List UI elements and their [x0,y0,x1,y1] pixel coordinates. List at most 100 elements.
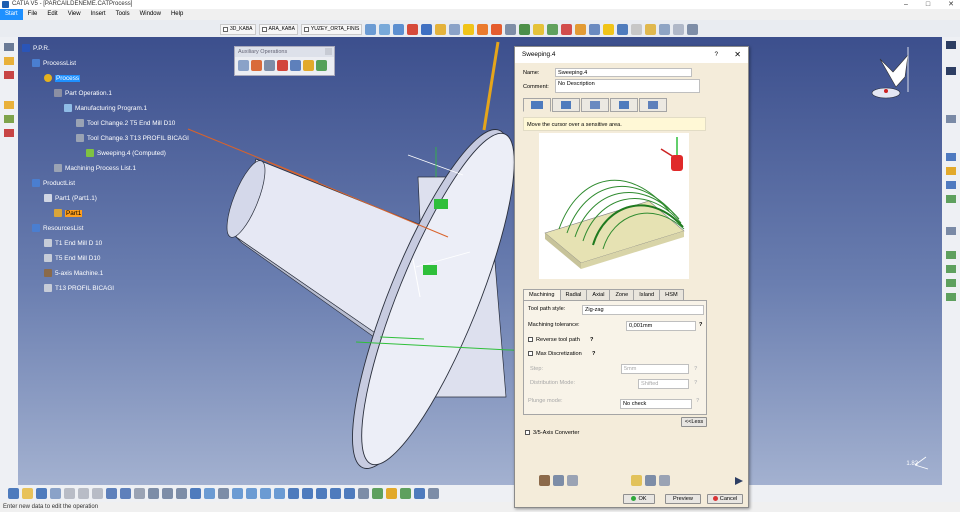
aux-op-icon[interactable] [264,60,275,71]
tree-node-tool-change-2[interactable]: Tool Change.2 T5 End Mill D10 [76,118,175,128]
subtab-island[interactable]: Island [633,289,661,300]
operation-icon[interactable] [575,23,587,35]
checkbox-icon[interactable] [525,430,530,436]
tree-node-resource-1[interactable]: T1 End Mill D 10 [44,238,102,248]
report-icon[interactable] [659,475,670,486]
operation-icon[interactable] [449,23,461,35]
view-icon[interactable] [365,23,377,35]
undo-icon[interactable] [106,488,117,499]
combo-3d-kaba[interactable]: 3D_KABA [220,23,256,35]
aux-op-icon[interactable] [277,60,288,71]
menu-insert[interactable]: Insert [86,9,111,20]
tab-macros[interactable] [639,98,667,112]
operation-icon[interactable] [631,23,643,35]
subtab-axial[interactable]: Axial [586,289,611,300]
comment-field[interactable]: No Description [555,79,700,93]
help-icon[interactable] [134,488,145,499]
view-icon[interactable] [379,23,391,35]
view-icon[interactable] [190,488,201,499]
menu-start[interactable]: Start [0,9,23,20]
menu-window[interactable]: Window [135,9,166,20]
view-icon[interactable] [330,488,341,499]
checkbox-icon[interactable] [528,351,533,357]
aux-op-icon[interactable] [316,60,327,71]
menu-help[interactable]: Help [166,9,188,20]
operation-icon[interactable] [428,488,439,499]
view-icon[interactable] [393,23,405,35]
operation-icon[interactable] [687,23,699,35]
tab-strategy[interactable] [523,98,551,112]
operation-icon[interactable] [505,23,517,35]
rotate-icon[interactable] [246,488,257,499]
operation-icon[interactable] [491,23,503,35]
tab-tool[interactable] [581,98,609,112]
zoom-out-icon[interactable] [274,488,285,499]
tree-node-part1-instance[interactable]: Part1 (Part1.1) [44,193,97,203]
aux-op-icon[interactable] [303,60,314,71]
tab-geometry[interactable] [552,98,580,112]
operation-icon[interactable] [673,23,685,35]
converter-row[interactable]: 3/5-Axis Converter [525,430,579,436]
sweeping-preview-image[interactable] [539,133,689,279]
tree-node-part-operation[interactable]: Part Operation.1 [54,88,112,98]
operation-icon[interactable] [386,488,397,499]
operation-icon[interactable] [589,23,601,35]
tree-node-resourceslist[interactable]: ResourcesList [32,223,84,233]
view-icon[interactable] [204,488,215,499]
maximize-button[interactable]: □ [926,0,930,9]
subtab-radial[interactable]: Radial [559,289,588,300]
combo-ara-kaba[interactable]: ARA_KABA [258,23,298,35]
print-icon[interactable] [50,488,61,499]
expand-icon[interactable] [733,475,745,487]
tree-node-machining-process-list[interactable]: Machining Process List.1 [54,163,136,173]
right-toolbar-icons[interactable] [942,37,960,337]
view-icon[interactable] [316,488,327,499]
operation-icon[interactable] [561,23,573,35]
view-icon[interactable] [162,488,173,499]
tree-node-sweeping[interactable]: Sweeping.4 (Computed) [86,148,166,158]
dialog-close-button[interactable]: ✕ [734,47,741,63]
left-toolbar-icons[interactable] [0,37,18,157]
tree-node-resource-2[interactable]: T5 End Mill D10 [44,253,100,263]
tree-node-manufacturing-program[interactable]: Manufacturing Program.1 [64,103,147,113]
reverse-tool-path-row[interactable]: Reverse tool path [528,337,580,343]
combo-yuzey-orta-finis[interactable]: YUZEY_ORTA_FINIS [300,23,363,35]
subtab-machining[interactable]: Machining [523,289,561,300]
operation-icon[interactable] [421,23,433,35]
view-icon[interactable] [176,488,187,499]
new-icon[interactable] [8,488,19,499]
operation-icon[interactable] [519,23,531,35]
save-icon[interactable] [36,488,47,499]
tab-feeds-speeds[interactable] [610,98,638,112]
zoom-in-icon[interactable] [260,488,271,499]
paste-icon[interactable] [92,488,103,499]
preview-button[interactable]: Preview [665,494,701,504]
name-field[interactable]: Sweeping.4 [555,68,692,77]
menu-tools[interactable]: Tools [111,9,135,20]
plunge-mode-select[interactable]: No check [620,399,692,409]
view-icon[interactable] [148,488,159,499]
aux-op-icon[interactable] [238,60,249,71]
aux-close-button[interactable] [325,48,332,55]
subtab-zone[interactable]: Zone [609,289,635,300]
open-icon[interactable] [22,488,33,499]
operation-icon[interactable] [407,23,419,35]
part-geometry[interactable] [18,37,942,485]
machining-tolerance-input[interactable]: 0,001mm [626,321,696,331]
operation-icon[interactable] [533,23,545,35]
copy-icon[interactable] [78,488,89,499]
dialog-help-button[interactable]: ? [714,47,718,63]
tree-node-resource-3[interactable]: 5-axis Machine.1 [44,268,103,278]
operation-icon[interactable] [372,488,383,499]
pan-icon[interactable] [232,488,243,499]
operation-icon[interactable] [463,23,475,35]
operation-icon[interactable] [400,488,411,499]
help-icon[interactable]: ? [592,351,595,357]
view-icon[interactable] [218,488,229,499]
operation-icon[interactable] [547,23,559,35]
folder-icon[interactable] [631,475,642,486]
view-icon[interactable] [302,488,313,499]
operation-icon[interactable] [477,23,489,35]
help-icon[interactable]: ? [590,337,593,343]
operation-icon[interactable] [645,23,657,35]
